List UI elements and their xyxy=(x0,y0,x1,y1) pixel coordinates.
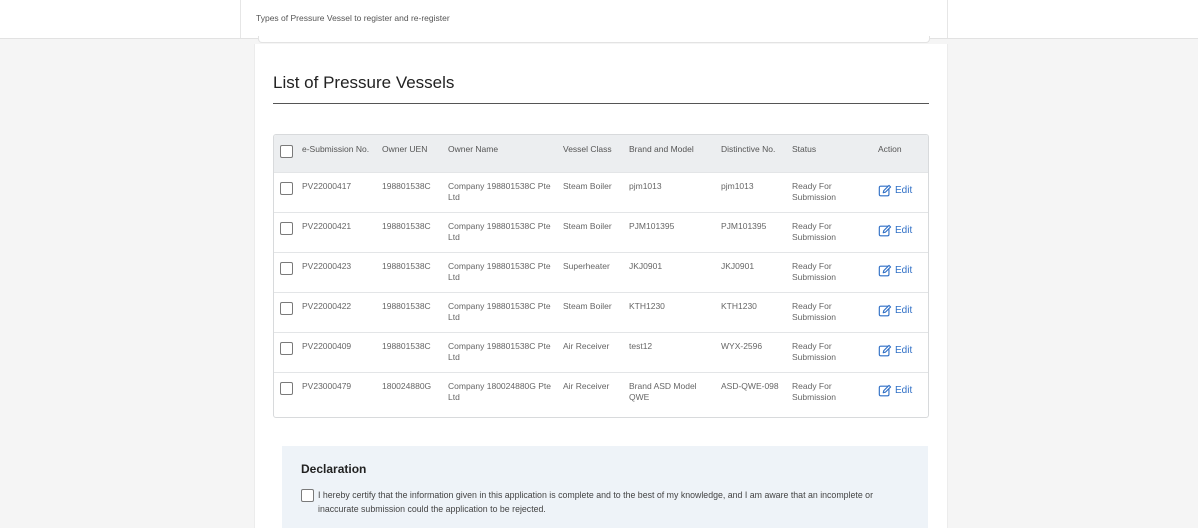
table-header-row: e-Submission No. Owner UEN Owner Name Ve… xyxy=(274,135,928,172)
section-divider xyxy=(273,103,929,104)
edit-label: Edit xyxy=(895,385,913,396)
brand-model-cell: PJM101395 xyxy=(629,220,675,231)
table-row: PV22000422 198801538C Company 198801538C… xyxy=(274,292,928,332)
brand-model-cell: JKJ0901 xyxy=(629,260,663,271)
previous-section-subtitle: Types of Pressure Vessel to register and… xyxy=(256,13,450,23)
submission-no-cell: PV22000409 xyxy=(302,340,352,351)
owner-uen-cell: 198801538C xyxy=(382,260,431,271)
row-checkbox[interactable] xyxy=(280,381,293,395)
declaration-checkbox[interactable] xyxy=(301,489,314,502)
submission-no-cell: PV22000423 xyxy=(302,260,352,271)
column-header-submission[interactable]: e-Submission No. xyxy=(298,135,378,172)
table-row: PV22000423 198801538C Company 198801538C… xyxy=(274,252,928,292)
submission-no-cell: PV22000421 xyxy=(302,220,352,231)
vessel-class-cell: Air Receiver xyxy=(563,380,610,391)
owner-uen-cell: 180024880G xyxy=(382,380,432,391)
vessel-class-cell: Air Receiver xyxy=(563,340,610,351)
owner-uen-cell: 198801538C xyxy=(382,340,431,351)
column-header-owner-name[interactable]: Owner Name xyxy=(444,135,559,172)
status-cell: Ready For Submission xyxy=(792,300,836,322)
edit-label: Edit xyxy=(895,265,913,276)
brand-model-cell: test12 xyxy=(629,340,653,351)
column-header-action: Action xyxy=(878,144,902,154)
owner-uen-cell: 198801538C xyxy=(382,300,431,311)
distinctive-no-cell: ASD-QWE-098 xyxy=(721,380,779,391)
owner-name-cell: Company 180024880G Pte Ltd xyxy=(448,380,552,402)
brand-model-cell: KTH1230 xyxy=(629,300,665,311)
previous-section-card-edge xyxy=(258,36,930,43)
edit-button[interactable]: Edit xyxy=(878,344,912,358)
edit-button[interactable]: Edit xyxy=(878,264,912,278)
distinctive-no-cell: WYX-2596 xyxy=(721,340,763,351)
column-header-distinctive-no[interactable]: Distinctive No. xyxy=(717,135,788,172)
edit-icon xyxy=(878,304,892,316)
vessel-class-cell: Steam Boiler xyxy=(563,180,612,191)
brand-model-cell: pjm1013 xyxy=(629,180,662,191)
vessel-class-cell: Superheater xyxy=(563,260,610,271)
edit-button[interactable]: Edit xyxy=(878,304,912,318)
distinctive-no-cell: JKJ0901 xyxy=(721,260,755,271)
column-header-vessel-class[interactable]: Vessel Class xyxy=(559,135,625,172)
table-row: PV22000421 198801538C Company 198801538C… xyxy=(274,212,928,252)
edit-label: Edit xyxy=(895,305,913,316)
edit-label: Edit xyxy=(895,185,913,196)
edit-label: Edit xyxy=(895,345,913,356)
section-title: List of Pressure Vessels xyxy=(273,73,455,92)
declaration-title: Declaration xyxy=(301,462,367,476)
owner-name-cell: Company 198801538C Pte Ltd xyxy=(448,180,551,202)
row-checkbox[interactable] xyxy=(280,221,293,235)
owner-name-cell: Company 198801538C Pte Ltd xyxy=(448,340,551,362)
edit-icon xyxy=(878,264,892,276)
row-checkbox[interactable] xyxy=(280,341,293,355)
owner-name-cell: Company 198801538C Pte Ltd xyxy=(448,300,551,322)
table-row: PV22000409 198801538C Company 198801538C… xyxy=(274,332,928,372)
brand-model-cell: Brand ASD Model QWE xyxy=(629,380,697,402)
distinctive-no-cell: PJM101395 xyxy=(721,220,767,231)
row-checkbox[interactable] xyxy=(280,261,293,275)
edit-label: Edit xyxy=(895,225,913,236)
status-cell: Ready For Submission xyxy=(792,340,836,362)
row-checkbox[interactable] xyxy=(280,301,293,315)
edit-icon xyxy=(878,344,892,356)
owner-name-cell: Company 198801538C Pte Ltd xyxy=(448,220,551,242)
edit-button[interactable]: Edit xyxy=(878,224,912,238)
edit-icon xyxy=(878,224,892,236)
status-cell: Ready For Submission xyxy=(792,180,836,202)
edit-button[interactable]: Edit xyxy=(878,184,912,198)
submission-no-cell: PV22000422 xyxy=(302,300,352,311)
select-all-checkbox[interactable] xyxy=(280,145,293,158)
status-cell: Ready For Submission xyxy=(792,260,836,282)
pressure-vessels-table: e-Submission No. Owner UEN Owner Name Ve… xyxy=(273,134,929,418)
submission-no-cell: PV23000479 xyxy=(302,380,352,391)
declaration-text[interactable]: I hereby certify that the information gi… xyxy=(318,488,908,516)
vessel-class-cell: Steam Boiler xyxy=(563,220,612,231)
distinctive-no-cell: KTH1230 xyxy=(721,300,757,311)
column-header-owner-uen[interactable]: Owner UEN xyxy=(378,135,444,172)
row-checkbox[interactable] xyxy=(280,181,293,195)
owner-uen-cell: 198801538C xyxy=(382,180,431,191)
distinctive-no-cell: pjm1013 xyxy=(721,180,754,191)
edit-button[interactable]: Edit xyxy=(878,384,912,398)
owner-name-cell: Company 198801538C Pte Ltd xyxy=(448,260,551,282)
status-cell: Ready For Submission xyxy=(792,220,836,242)
table-row: PV23000479 180024880G Company 180024880G… xyxy=(274,372,928,412)
table-row: PV22000417 198801538C Company 198801538C… xyxy=(274,172,928,212)
column-header-brand-model[interactable]: Brand and Model xyxy=(625,135,717,172)
status-cell: Ready For Submission xyxy=(792,380,836,402)
edit-icon xyxy=(878,384,892,396)
owner-uen-cell: 198801538C xyxy=(382,220,431,231)
submission-no-cell: PV22000417 xyxy=(302,180,352,191)
column-header-status[interactable]: Status xyxy=(788,135,874,172)
vessel-class-cell: Steam Boiler xyxy=(563,300,612,311)
edit-icon xyxy=(878,184,892,196)
